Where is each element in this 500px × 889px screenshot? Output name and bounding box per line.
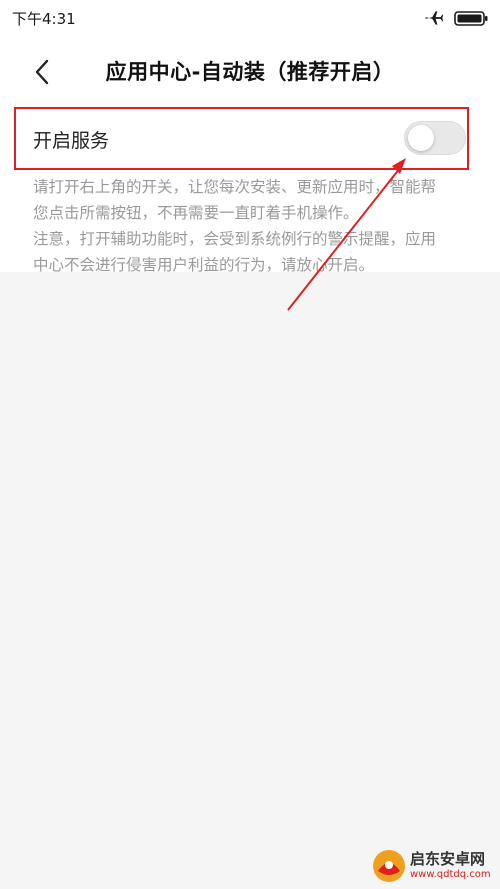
settings-card: 开启服务 请打开右上角的开关，让您每次安装、更新应用时，智能帮 您点击所需按钮，… xyxy=(0,104,500,274)
description-line: 注意，打开辅助功能时，会受到系统例行的警示提醒，应用 xyxy=(33,230,437,248)
watermark: 启东安卓网 www.qdtdq.com xyxy=(372,848,494,884)
service-description: 请打开右上角的开关，让您每次安装、更新应用时，智能帮 您点击所需按钮，不再需要一… xyxy=(33,174,473,278)
description-line: 您点击所需按钮，不再需要一直盯着手机操作。 xyxy=(33,204,359,222)
status-time: 下午4:31 xyxy=(12,9,76,28)
description-line: 中心不会进行侵害用户利益的行为，请放心开启。 xyxy=(33,256,375,274)
header: 应用中心-自动装（推荐开启） xyxy=(0,36,500,104)
battery-icon xyxy=(454,10,488,26)
service-row[interactable]: 开启服务 xyxy=(0,104,500,174)
service-label: 开启服务 xyxy=(33,130,110,152)
watermark-name: 启东安卓网 xyxy=(410,850,486,868)
airplane-icon xyxy=(425,11,444,25)
status-bar: 下午4:31 xyxy=(0,0,500,36)
description-line: 请打开右上角的开关，让您每次安装、更新应用时，智能帮 xyxy=(33,178,437,196)
service-toggle[interactable] xyxy=(404,121,466,155)
toggle-knob xyxy=(408,125,434,151)
page-title: 应用中心-自动装（推荐开启） xyxy=(105,60,395,84)
watermark-url: www.qdtdq.com xyxy=(410,869,491,880)
watermark-logo-icon xyxy=(373,850,405,882)
watermark-text: 启东安卓网 www.qdtdq.com xyxy=(410,852,491,880)
status-icons xyxy=(424,8,488,28)
